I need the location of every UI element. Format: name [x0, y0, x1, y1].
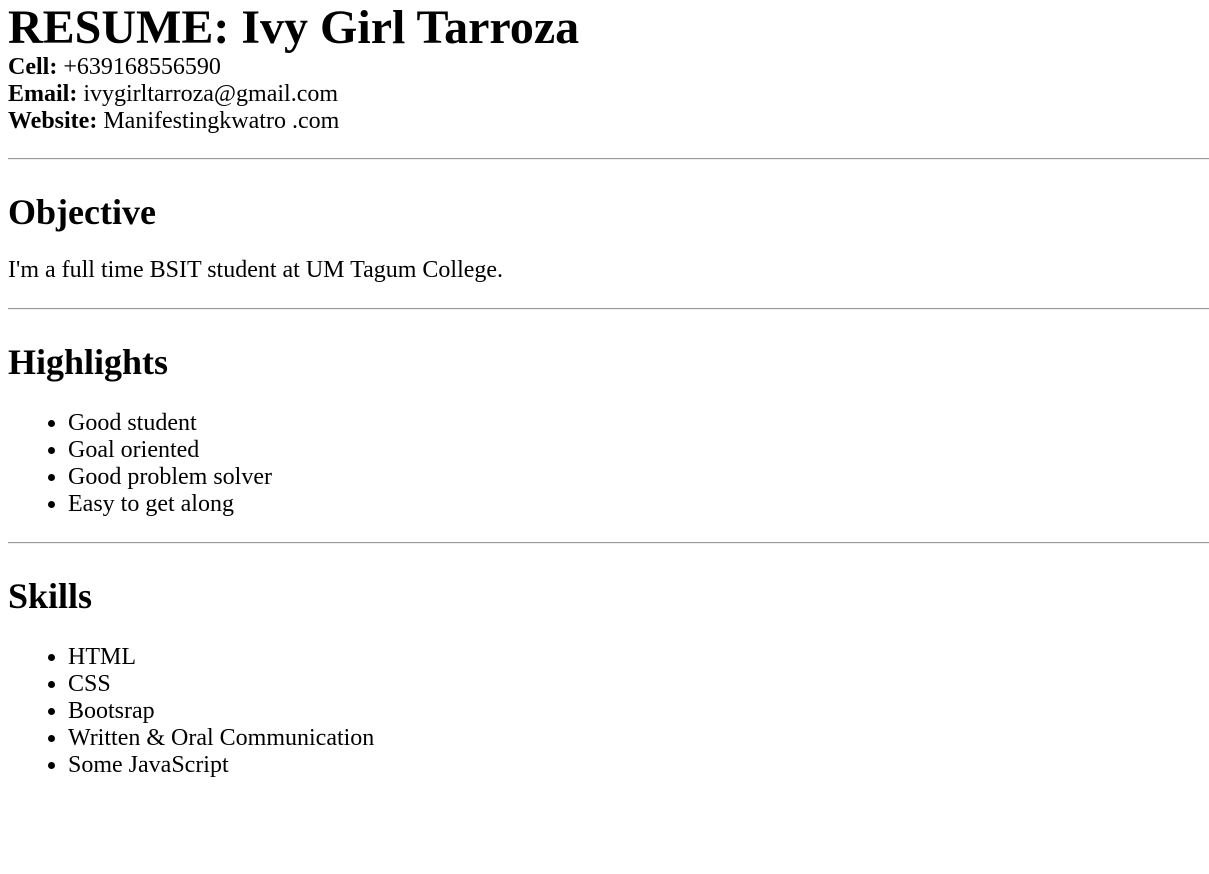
objective-text: I'm a full time BSIT student at UM Tagum…	[8, 257, 504, 283]
objective-heading: Objective	[8, 192, 156, 232]
divider	[8, 158, 1209, 160]
highlights-list: Good student Goal oriented Good problem …	[8, 410, 1209, 518]
list-item: Written & Oral Communication	[68, 725, 1209, 752]
website-label: Website:	[8, 108, 98, 134]
email-line: Email: ivygirltarroza@gmail.com	[8, 81, 1209, 108]
cell-line: Cell: +639168556590	[8, 54, 1209, 81]
website-line: Website: Manifestingkwatro .com	[8, 108, 1209, 135]
list-item: CSS	[68, 671, 1209, 698]
list-item: Some JavaScript	[68, 752, 1209, 779]
list-item: HTML	[68, 644, 1209, 671]
list-item: Easy to get along	[68, 491, 1209, 518]
cell-value: +639168556590	[57, 54, 221, 80]
page-title: RESUME: Ivy Girl Tarroza	[8, 1, 580, 54]
highlights-heading: Highlights	[8, 342, 169, 382]
skills-list: HTML CSS Bootsrap Written & Oral Communi…	[8, 644, 1209, 779]
website-value: Manifestingkwatro .com	[97, 108, 340, 134]
list-item: Goal oriented	[68, 437, 1209, 464]
email-value: ivygirltarroza@gmail.com	[77, 81, 339, 107]
cell-label: Cell:	[8, 54, 58, 80]
divider	[8, 542, 1209, 544]
list-item: Good student	[68, 410, 1209, 437]
divider	[8, 308, 1209, 310]
skills-heading: Skills	[8, 576, 93, 616]
resume-page: RESUME: Ivy Girl Tarroza Cell: +63916855…	[0, 0, 1209, 779]
email-label: Email:	[8, 81, 78, 107]
list-item: Bootsrap	[68, 698, 1209, 725]
list-item: Good problem solver	[68, 464, 1209, 491]
